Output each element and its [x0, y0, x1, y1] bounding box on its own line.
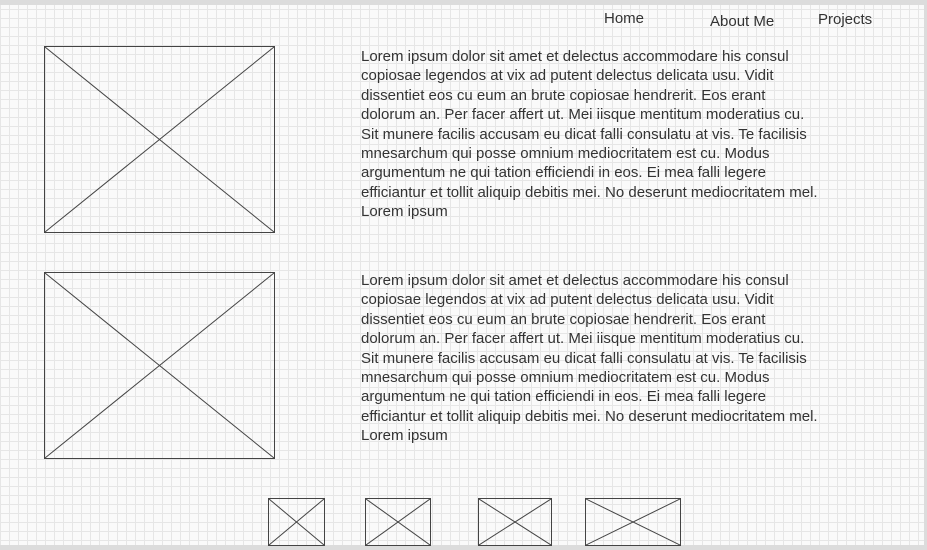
- section-paragraph: Lorem ipsum dolor sit amet et delectus a…: [361, 48, 818, 221]
- thumbnail-image-placeholder-icon[interactable]: [365, 498, 431, 546]
- top-border: [0, 0, 927, 5]
- image-placeholder-icon: [44, 272, 275, 459]
- thumbnail-image-placeholder-icon[interactable]: [268, 498, 325, 546]
- nav-link-home[interactable]: Home: [604, 10, 644, 28]
- thumbnail-image-placeholder-icon[interactable]: [585, 498, 681, 546]
- bottom-border: [0, 545, 927, 550]
- image-placeholder-icon: [44, 46, 275, 233]
- nav-link-projects[interactable]: Projects: [818, 11, 872, 29]
- nav-link-about-me[interactable]: About Me: [710, 13, 774, 31]
- thumbnail-image-placeholder-icon[interactable]: [478, 498, 552, 546]
- section-paragraph: Lorem ipsum dolor sit amet et delectus a…: [361, 272, 818, 445]
